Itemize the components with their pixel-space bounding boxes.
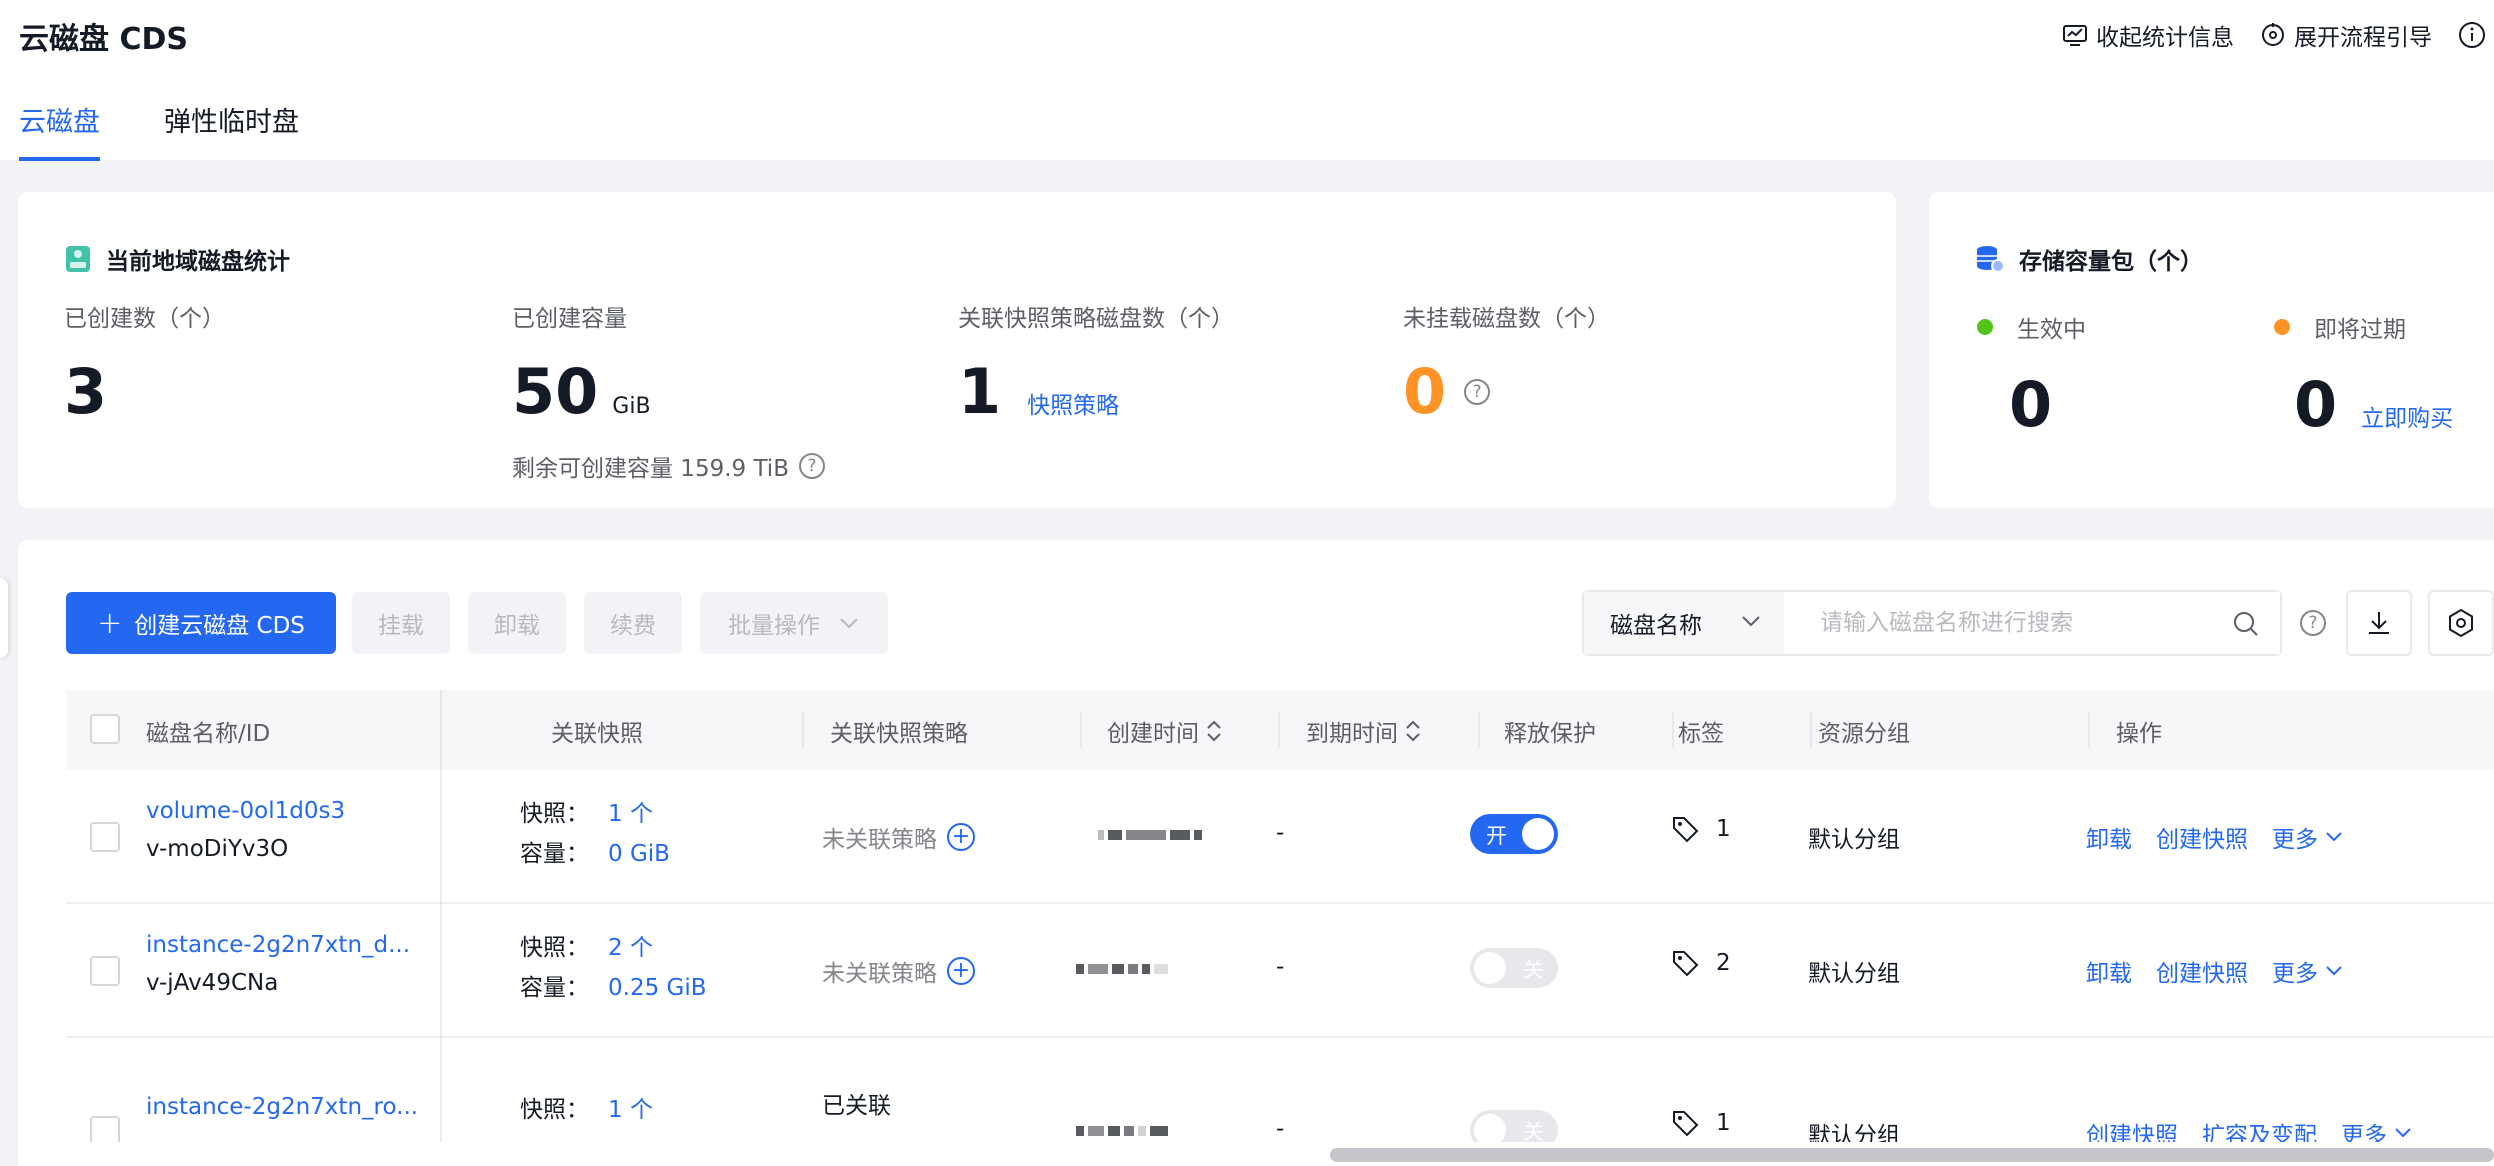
more-label: 更多	[2272, 961, 2318, 987]
resource-group: 默认分组	[1808, 1123, 1900, 1142]
tag-count: 2	[1716, 950, 1731, 976]
snapshot-cell: 快照： 1 个 容量： 0 GiB	[520, 794, 670, 874]
snapshot-key: 快照：	[520, 935, 589, 961]
row-actions: 创建快照 扩容及变配 更多	[2086, 1116, 2437, 1142]
snapshot-key: 快照：	[520, 1097, 589, 1123]
disk-name-cell: volume-0ol1d0s3 v-moDiYv3O	[146, 798, 345, 862]
more-label: 更多	[2272, 827, 2318, 853]
release-protect-toggle[interactable]: 关	[1470, 948, 1558, 988]
created-time-redacted	[1076, 964, 1168, 974]
disk-id: v-moDiYv3O	[146, 836, 289, 862]
scrollbar-thumb[interactable]	[1330, 1148, 2494, 1162]
row-actions: 卸载 创建快照 更多	[2086, 954, 2368, 988]
table-body: volume-0ol1d0s3 v-moDiYv3O 快照： 1 个 容量： 0 G…	[0, 0, 2494, 1142]
resource-group: 默认分组	[1808, 827, 1900, 853]
toggle-label: 开	[1486, 824, 1507, 848]
policy-status: 未关联策略	[822, 827, 937, 853]
toggle-knob	[1474, 952, 1506, 984]
disk-name-cell: instance-2g2n7xtn_ro...	[146, 1094, 418, 1120]
toggle-knob	[1474, 1114, 1506, 1142]
unmount-action[interactable]: 卸载	[2086, 954, 2132, 988]
more-action[interactable]: 更多	[2341, 1116, 2413, 1142]
row-actions: 卸载 创建快照 更多	[2086, 820, 2368, 854]
toggle-knob	[1522, 818, 1554, 850]
table-row: instance-2g2n7xtn_ro... 快照： 1 个 已关联 - 关 1…	[66, 1038, 2494, 1142]
snapshot-count-link[interactable]: 1 个	[608, 1090, 653, 1130]
more-action[interactable]: 更多	[2272, 820, 2344, 854]
chevron-down-icon	[2395, 1128, 2411, 1138]
tags-cell[interactable]: 2	[1670, 948, 1731, 978]
expire-time: -	[1276, 820, 1285, 846]
add-policy-icon[interactable]: +	[947, 823, 975, 851]
snapshot-capacity-row: 容量： 0 GiB	[520, 834, 670, 874]
snapshot-count-link[interactable]: 2 个	[608, 928, 653, 968]
fixed-column-shadow	[440, 690, 443, 1142]
capacity-key: 容量：	[520, 975, 589, 1001]
snapshot-capacity-row: 容量： 0.25 GiB	[520, 968, 707, 1008]
create-snapshot-action[interactable]: 创建快照	[2156, 820, 2248, 854]
created-time-redacted	[1098, 830, 1202, 840]
policy-status: 未关联策略	[822, 961, 937, 987]
snapshot-cell: 快照： 2 个 容量： 0.25 GiB	[520, 928, 707, 1008]
unmount-action[interactable]: 卸载	[2086, 820, 2132, 854]
toggle-switch[interactable]: 开	[1470, 814, 1558, 854]
snapshot-cell: 快照： 1 个	[520, 1090, 653, 1130]
create-snapshot-action[interactable]: 创建快照	[2156, 954, 2248, 988]
snapshot-key: 快照：	[520, 801, 589, 827]
capacity-value-link[interactable]: 0 GiB	[608, 834, 670, 874]
policy-cell: 未关联策略 +	[822, 954, 975, 988]
tag-icon	[1673, 1111, 1699, 1137]
resize-action[interactable]: 扩容及变配	[2202, 1116, 2317, 1142]
expire-time: -	[1276, 1116, 1285, 1142]
snapshot-count-link[interactable]: 1 个	[608, 794, 653, 834]
snapshot-count-row: 快照： 2 个	[520, 928, 707, 968]
toggle-label: 关	[1523, 958, 1544, 982]
table-row: instance-2g2n7xtn_d... v-jAv49CNa 快照： 2 个…	[66, 904, 2494, 1038]
policy-cell: 未关联策略 +	[822, 820, 975, 854]
created-time-redacted	[1076, 1126, 1168, 1136]
tag-count: 1	[1716, 816, 1731, 842]
disk-name-link[interactable]: instance-2g2n7xtn_d...	[146, 932, 410, 958]
chevron-down-icon	[2326, 832, 2342, 842]
more-label: 更多	[2341, 1123, 2387, 1142]
snapshot-count-row: 快照： 1 个	[520, 794, 670, 834]
expire-time: -	[1276, 954, 1285, 980]
row-checkbox[interactable]	[90, 1116, 120, 1142]
tag-count: 1	[1716, 1110, 1731, 1136]
release-protect-toggle[interactable]: 关	[1470, 1110, 1558, 1142]
disk-name-link[interactable]: instance-2g2n7xtn_ro...	[146, 1094, 418, 1120]
add-policy-icon[interactable]: +	[947, 957, 975, 985]
tag-icon	[1673, 817, 1699, 843]
table-row: volume-0ol1d0s3 v-moDiYv3O 快照： 1 个 容量： 0 G…	[66, 770, 2494, 904]
disk-id: v-jAv49CNa	[146, 970, 279, 996]
row-checkbox[interactable]	[90, 822, 120, 852]
disk-name-link[interactable]: volume-0ol1d0s3	[146, 798, 345, 824]
resource-group: 默认分组	[1808, 961, 1900, 987]
more-action[interactable]: 更多	[2272, 954, 2344, 988]
tags-cell[interactable]: 1	[1670, 814, 1731, 844]
chevron-down-icon	[2326, 966, 2342, 976]
toggle-switch[interactable]: 关	[1470, 1110, 1558, 1142]
toggle-switch[interactable]: 关	[1470, 948, 1558, 988]
snapshot-count-row: 快照： 1 个	[520, 1090, 653, 1130]
create-snapshot-action[interactable]: 创建快照	[2086, 1116, 2178, 1142]
toggle-label: 关	[1523, 1120, 1544, 1142]
release-protect-toggle[interactable]: 开	[1470, 814, 1558, 854]
row-checkbox[interactable]	[90, 956, 120, 986]
capacity-value-link[interactable]: 0.25 GiB	[608, 968, 707, 1008]
disk-name-cell: instance-2g2n7xtn_d... v-jAv49CNa	[146, 932, 410, 996]
tags-cell[interactable]: 1	[1670, 1108, 1731, 1138]
policy-status: 已关联	[822, 1093, 891, 1119]
capacity-key: 容量：	[520, 841, 589, 867]
tag-icon	[1673, 951, 1699, 977]
